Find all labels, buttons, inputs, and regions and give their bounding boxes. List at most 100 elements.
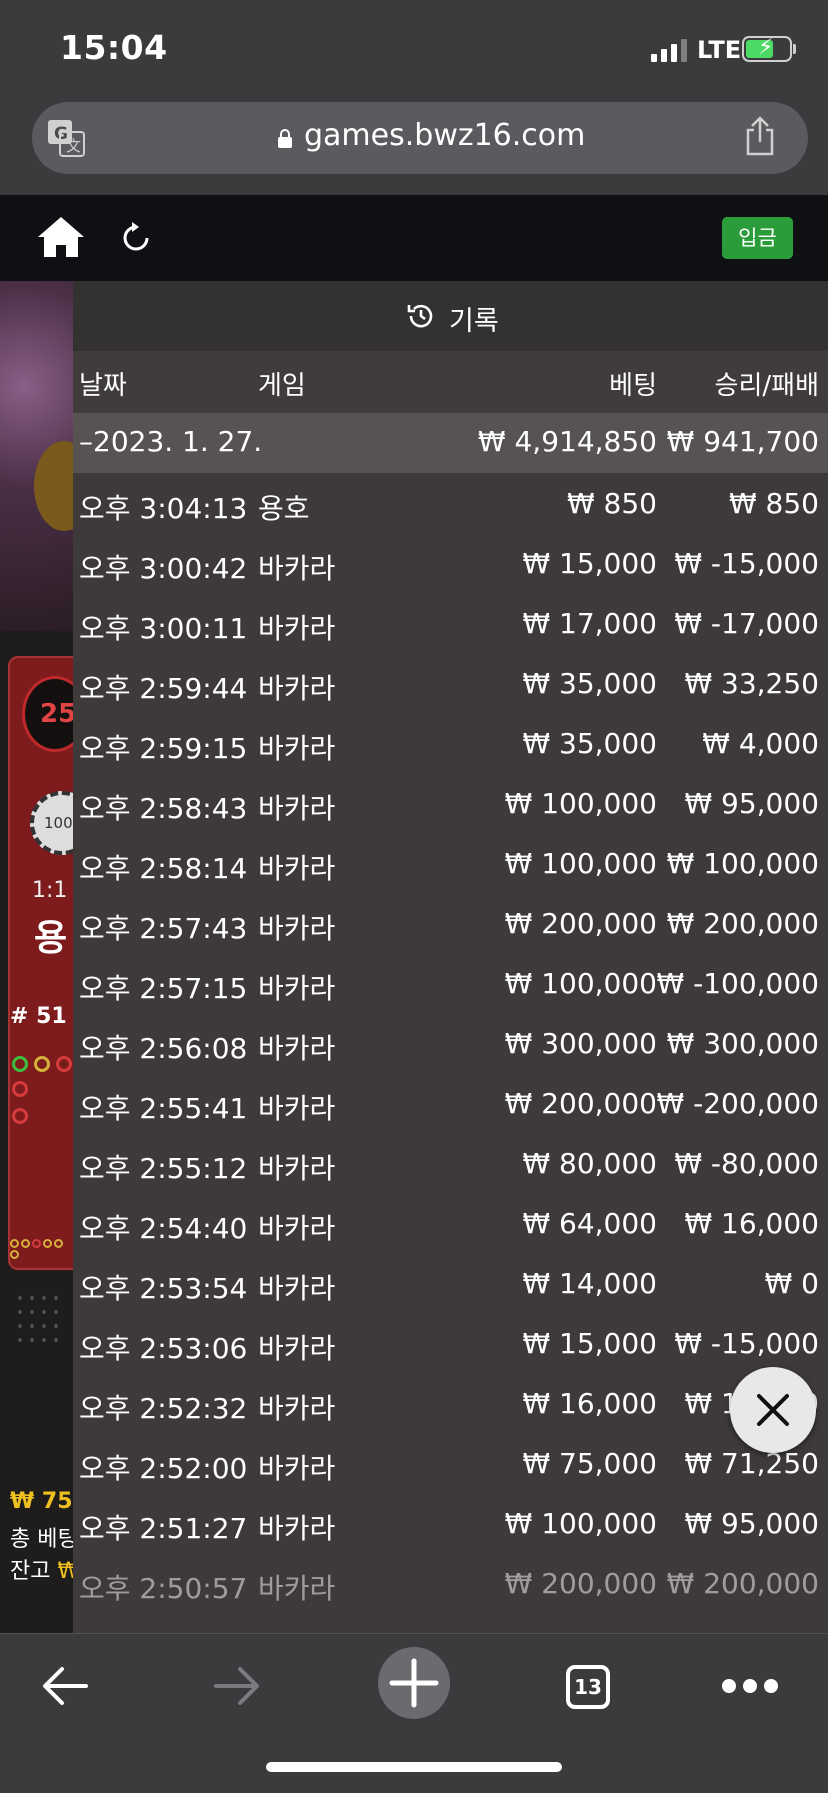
lock-icon (278, 129, 292, 148)
row-time: 오후 2:53:54 (79, 1272, 248, 1305)
row-win-loss: ₩ -15,000 (674, 547, 819, 580)
row-bet: ₩ 100,000 (504, 787, 657, 820)
row-game: 바카라 (258, 612, 336, 645)
row-win-loss: ₩ -80,000 (674, 1147, 819, 1180)
history-row: 오후 3:04:13 용호 ₩ 850 ₩ 850 (73, 473, 828, 533)
history-title: 기록 (449, 306, 499, 337)
row-game: 바카라 (258, 1032, 336, 1065)
row-win-loss: ₩ 95,000 (684, 1507, 819, 1540)
round-label: # 51 (10, 1004, 67, 1029)
url-text[interactable]: games.bwz16.com (304, 118, 585, 153)
close-icon (757, 1394, 789, 1426)
row-time: 오후 2:58:43 (79, 792, 248, 825)
history-row: 오후 2:51:27 바카라 ₩ 100,000 ₩ 95,000 (73, 1493, 828, 1553)
row-time: 오후 2:53:06 (79, 1332, 248, 1365)
tab-count-button[interactable]: 13 (566, 1665, 610, 1709)
row-bet: ₩ 14,000 (522, 1267, 657, 1300)
row-bet: ₩ 100,000 (504, 1507, 657, 1540)
translate-icon[interactable]: G 文 (46, 118, 86, 158)
row-game: 바카라 (258, 1512, 336, 1545)
total-bet-label: 총 베팅 (10, 1527, 78, 1552)
row-game: 바카라 (258, 972, 336, 1005)
row-time: 오후 2:58:14 (79, 852, 248, 885)
row-time: 오후 2:52:00 (79, 1452, 248, 1485)
row-game: 용호 (258, 492, 310, 525)
row-time: 오후 3:00:42 (79, 552, 248, 585)
close-button[interactable] (730, 1367, 816, 1453)
row-game: 바카라 (258, 912, 336, 945)
road-grid (14, 1291, 64, 1351)
history-row: 오후 2:54:40 바카라 ₩ 64,000 ₩ 16,000 (73, 1193, 828, 1253)
history-row: 오후 2:57:43 바카라 ₩ 200,000 ₩ 200,000 (73, 893, 828, 953)
history-row: 오후 2:53:06 바카라 ₩ 15,000 ₩ -15,000 (73, 1313, 828, 1373)
share-icon[interactable] (742, 116, 778, 156)
history-rows: 오후 3:04:13 용호 ₩ 850 ₩ 850 오후 3:00:42 바카라 ₩ 15,… (73, 473, 828, 1613)
game-header: 입금 (0, 195, 828, 281)
row-win-loss: ₩ 33,250 (684, 667, 819, 700)
row-time: 오후 2:57:15 (79, 972, 248, 1005)
row-game: 바카라 (258, 1152, 336, 1185)
row-time: 오후 2:54:40 (79, 1212, 248, 1245)
row-time: 오후 2:51:27 (79, 1512, 248, 1545)
row-bet: ₩ 15,000 (522, 1327, 657, 1360)
row-time: 오후 2:57:43 (79, 912, 248, 945)
history-row: 오후 2:55:12 바카라 ₩ 80,000 ₩ -80,000 (73, 1133, 828, 1193)
row-game: 바카라 (258, 1212, 336, 1245)
small-road (10, 1239, 70, 1269)
row-bet: ₩ 16,000 (522, 1387, 657, 1420)
row-win-loss: ₩ 71,250 (684, 1447, 819, 1480)
row-game: 바카라 (258, 1272, 336, 1305)
more-icon[interactable] (722, 1679, 778, 1693)
row-game: 바카라 (258, 1572, 336, 1605)
summary-bet: ₩ 4,914,850 (477, 425, 657, 458)
row-bet: ₩ 200,000 (504, 1567, 657, 1600)
row-time: 오후 2:50:57 (79, 1572, 248, 1605)
history-row: 오후 2:55:41 바카라 ₩ 200,000 ₩ -200,000 (73, 1073, 828, 1133)
row-time: 오후 2:55:12 (79, 1152, 248, 1185)
new-tab-button[interactable] (378, 1647, 450, 1719)
history-row: 오후 3:00:11 바카라 ₩ 17,000 ₩ -17,000 (73, 593, 828, 653)
address-bar[interactable]: G 文 games.bwz16.com (32, 102, 808, 174)
round-number: 25 (40, 699, 77, 729)
row-win-loss: ₩ 16,000 (684, 1207, 819, 1240)
deposit-button[interactable]: 입금 (722, 217, 793, 259)
reload-icon[interactable] (120, 221, 154, 255)
date-summary-row[interactable]: –2023. 1. 27. ₩ 4,914,850 ₩ 941,700 (73, 413, 828, 473)
row-bet: ₩ 80,000 (522, 1147, 657, 1180)
row-game: 바카라 (258, 672, 336, 705)
row-bet: ₩ 64,000 (522, 1207, 657, 1240)
row-game: 바카라 (258, 552, 336, 585)
row-win-loss: ₩ 850 (728, 487, 819, 520)
row-time: 오후 2:59:44 (79, 672, 248, 705)
payout-ratio: 1:1 (32, 878, 68, 903)
row-bet: ₩ 15,000 (522, 547, 657, 580)
history-header: 기록 (73, 281, 828, 351)
column-headers: 날짜 게임 베팅 승리/패배 (73, 351, 828, 413)
history-row: 오후 2:59:15 바카라 ₩ 35,000 ₩ 4,000 (73, 713, 828, 773)
history-row: 오후 2:59:44 바카라 ₩ 35,000 ₩ 33,250 (73, 653, 828, 713)
history-row: 오후 2:52:00 바카라 ₩ 75,000 ₩ 71,250 (73, 1433, 828, 1493)
history-row: 오후 3:00:42 바카라 ₩ 15,000 ₩ -15,000 (73, 533, 828, 593)
browser-toolbar: G 文 games.bwz16.com (0, 90, 828, 195)
history-panel: 기록 날짜 게임 베팅 승리/패배 –2023. 1. 27. ₩ 4,914,… (73, 281, 828, 1633)
home-icon[interactable] (36, 215, 86, 259)
forward-arrow-icon[interactable] (212, 1664, 262, 1708)
row-bet: ₩ 35,000 (522, 667, 657, 700)
row-game: 바카라 (258, 732, 336, 765)
row-bet: ₩ 35,000 (522, 727, 657, 760)
bet-name: 용 (34, 918, 68, 959)
row-win-loss: ₩ -200,000 (656, 1087, 819, 1120)
chip-value: 100 (44, 814, 73, 832)
history-row: 오후 2:58:43 바카라 ₩ 100,000 ₩ 95,000 (73, 773, 828, 833)
row-time: 오후 2:56:08 (79, 1032, 248, 1065)
col-win-loss: 승리/패배 (714, 371, 819, 401)
row-game: 바카라 (258, 1392, 336, 1425)
svg-text:文: 文 (66, 137, 81, 155)
back-arrow-icon[interactable] (40, 1664, 90, 1708)
col-game: 게임 (258, 371, 306, 401)
row-win-loss: ₩ 300,000 (666, 1027, 819, 1060)
history-row: 오후 2:56:08 바카라 ₩ 300,000 ₩ 300,000 (73, 1013, 828, 1073)
row-game: 바카라 (258, 792, 336, 825)
signal-icon (651, 38, 687, 62)
status-time: 15:04 (60, 28, 168, 67)
